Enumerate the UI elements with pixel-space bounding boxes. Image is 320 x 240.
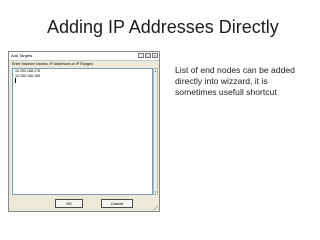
scroll-up-icon[interactable]: ▴ [154,69,157,73]
targets-prompt-label: Enter Machine Names, IP Addresses or IP … [12,62,94,66]
resize-grip-icon[interactable] [153,205,158,210]
targets-textarea[interactable]: 10.250.168.178 10.250.168.185 [12,68,153,195]
slide-title: Adding IP Addresses Directly [47,17,279,37]
close-icon[interactable]: × [152,53,158,58]
cancel-button[interactable]: Cancel [101,199,133,208]
target-entry: 10.250.168.185 [15,73,40,78]
vertical-scrollbar[interactable]: ▴ ▾ [153,68,158,195]
ok-button[interactable]: OK [55,199,83,208]
dialog-title: Add Targets [11,53,33,58]
add-targets-dialog: Add Targets _ □ × Enter Machine Names, I… [8,51,160,212]
maximize-icon[interactable]: □ [145,53,151,58]
text-cursor [15,78,16,84]
minimize-icon[interactable]: _ [138,53,144,58]
slide-bullet-text: List of end nodes can be added directly … [175,65,295,98]
scroll-down-icon[interactable]: ▾ [154,190,157,194]
dialog-titlebar: Add Targets _ □ × [9,52,159,61]
